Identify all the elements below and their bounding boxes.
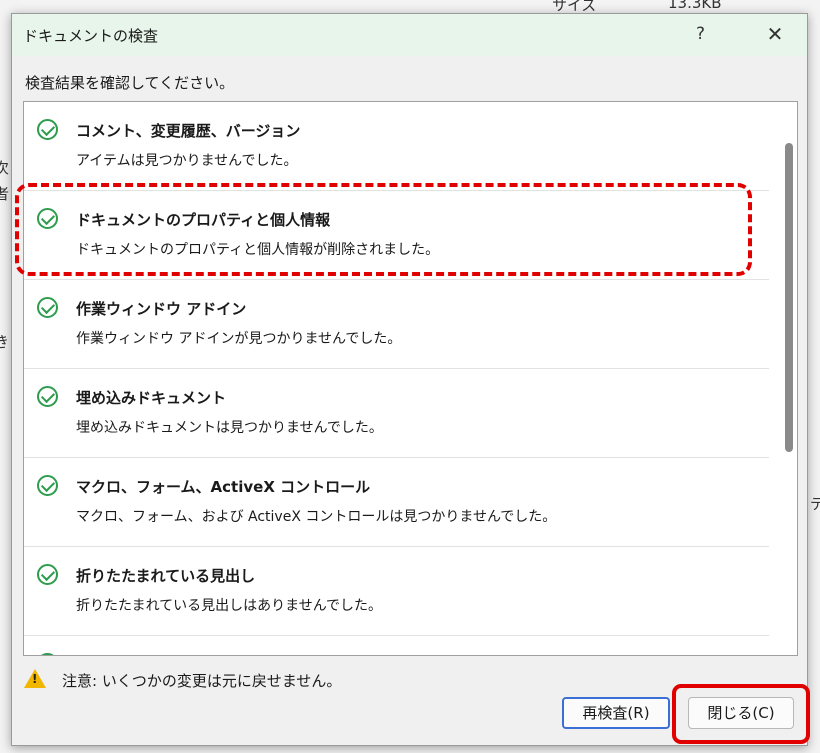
result-description: 埋め込みドキュメントは見つかりませんでした。 <box>76 420 383 436</box>
results-list[interactable]: コメント、変更履歴、バージョン アイテムは見つかりませんでした。 ドキュメントのプロ… <box>23 101 798 656</box>
result-title: 埋め込みドキュメント <box>76 389 227 407</box>
result-description: アイテムは見つかりませんでした。 <box>76 153 298 169</box>
result-description: マクロ、フォーム、および ActiveX コントロールは見つかりませんでした。 <box>76 509 557 525</box>
check-circle-icon <box>37 475 58 496</box>
title-bar: ドキュメントの検査 ? ✕ <box>12 14 807 56</box>
warning-icon: ! <box>24 669 46 688</box>
check-circle-icon <box>37 653 58 655</box>
result-description: 作業ウィンドウ アドインが見つかりませんでした。 <box>76 331 402 347</box>
dialog-title: ドキュメントの検査 <box>23 27 159 45</box>
check-circle-icon <box>37 119 58 140</box>
result-item: コメント、変更履歴、バージョン アイテムは見つかりませんでした。 <box>24 102 769 191</box>
help-button[interactable]: ? <box>696 24 705 44</box>
scrollbar-thumb[interactable] <box>785 143 793 452</box>
result-item: 折りたたまれている見出し折りたたまれている見出しはありませんでした。 <box>24 547 769 636</box>
result-title: ドキュメントのプロパティと個人情報 <box>76 211 331 229</box>
bg-size-value: 13.3KB <box>668 0 722 12</box>
check-circle-icon <box>37 386 58 407</box>
result-title: 作業ウィンドウ アドイン <box>76 300 247 318</box>
result-description: ドキュメントのプロパティと個人情報が削除されました。 <box>76 242 440 258</box>
result-item: マクロ、フォーム、ActiveX コントロールマクロ、フォーム、および Acti… <box>24 458 769 547</box>
bg-fragment: 次 <box>0 159 10 177</box>
close-window-button[interactable]: ✕ <box>761 20 789 48</box>
check-circle-icon <box>37 564 58 585</box>
result-item: 作業ウィンドウ アドイン作業ウィンドウ アドインが見つかりませんでした。 <box>24 280 769 369</box>
check-circle-icon <box>37 208 58 229</box>
result-title: 折りたたまれている見出し <box>76 567 256 585</box>
result-item-partial <box>24 636 769 655</box>
warning-text: 注意: いくつかの変更は元に戻せません。 <box>62 672 342 690</box>
recheck-button[interactable]: 再検査(R) <box>562 697 670 729</box>
prompt-text: 検査結果を確認してください。 <box>25 74 235 92</box>
result-title: コメント、変更履歴、バージョン <box>76 122 301 140</box>
check-circle-icon <box>37 297 58 318</box>
bg-fragment: テ <box>810 495 820 513</box>
scrollbar[interactable] <box>780 102 797 655</box>
document-inspector-dialog: ドキュメントの検査 ? ✕ 検査結果を確認してください。 コメント、変更履歴、バ… <box>11 13 810 746</box>
result-description: 折りたたまれている見出しはありませんでした。 <box>76 598 383 614</box>
bg-fragment: き <box>0 333 10 351</box>
result-title: マクロ、フォーム、ActiveX コントロール <box>76 478 371 496</box>
result-item: ドキュメントのプロパティと個人情報ドキュメントのプロパティと個人情報が削除されま… <box>24 191 769 280</box>
bg-fragment: 者 <box>0 185 10 203</box>
close-button[interactable]: 閉じる(C) <box>688 697 794 729</box>
result-item: 埋め込みドキュメント埋め込みドキュメントは見つかりませんでした。 <box>24 369 769 458</box>
